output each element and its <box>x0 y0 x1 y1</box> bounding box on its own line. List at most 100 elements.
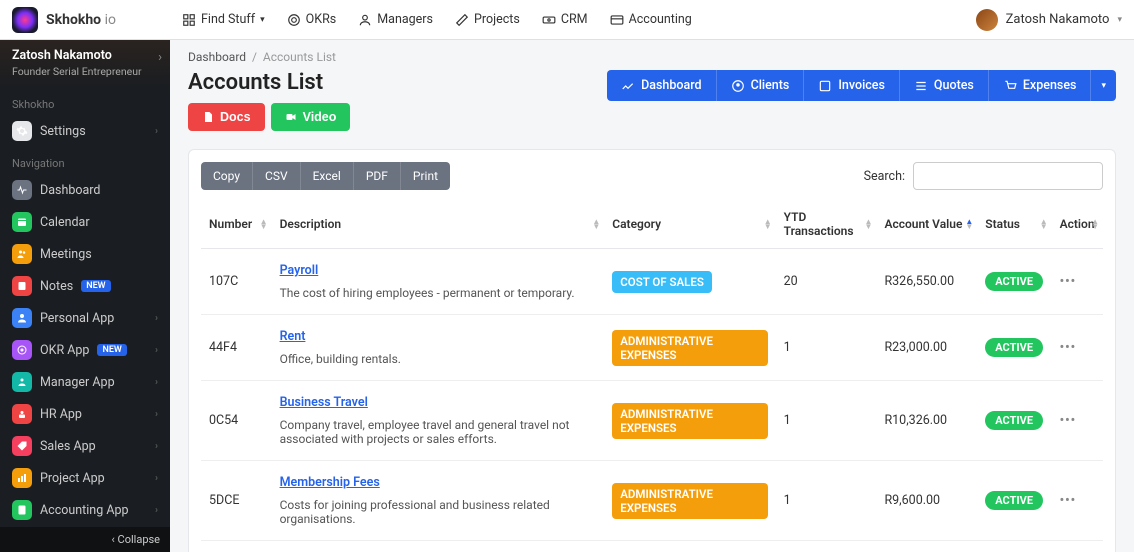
account-link[interactable]: Membership Fees <box>280 475 380 490</box>
sidebar-item-hr[interactable]: HR App › <box>0 398 170 430</box>
account-link[interactable]: Payroll <box>280 263 319 278</box>
action-menu[interactable]: ••• <box>1060 413 1076 428</box>
page-title: Accounts List <box>188 70 350 95</box>
cell-category: COST OF SALES <box>604 249 775 315</box>
sidebar-user-subtitle: Founder Serial Entrepreneur <box>12 65 158 78</box>
status-badge: ACTIVE <box>985 272 1043 291</box>
nav-crm[interactable]: CRM <box>542 12 588 27</box>
action-menu[interactable]: ••• <box>1060 274 1076 289</box>
list-icon <box>914 79 928 93</box>
sidebar-item-label: Personal App <box>40 311 114 326</box>
cell-number: 0C54 <box>201 381 272 461</box>
sidebar-item-accounting[interactable]: Accounting App › <box>0 494 170 526</box>
sidebar-item-label: Sales App <box>40 439 96 454</box>
status-badge: ACTIVE <box>985 491 1043 510</box>
cell-action: ••• <box>1052 315 1103 381</box>
cell-description: Membership FeesCosts for joining profess… <box>272 461 605 541</box>
breadcrumb-root[interactable]: Dashboard <box>188 50 246 64</box>
col-category[interactable]: Category▲▼ <box>604 200 775 249</box>
search-label: Search: <box>864 169 905 184</box>
category-badge: ADMINISTRATIVE EXPENSES <box>612 483 767 519</box>
chevron-down-icon: ▾ <box>1101 81 1106 91</box>
section-tabs: Dashboard Clients Invoices Quotes Expens… <box>607 70 1116 101</box>
table-row: 44F4RentOffice, building rentals.ADMINIS… <box>201 315 1103 381</box>
person-icon <box>12 308 32 328</box>
nav-okrs[interactable]: OKRs <box>287 12 337 27</box>
note-icon <box>12 276 32 296</box>
sidebar-collapse[interactable]: ‹ Collapse <box>0 527 170 552</box>
search-input[interactable] <box>913 162 1103 190</box>
cell-category: ADMINISTRATIVE EXPENSES <box>604 461 775 541</box>
export-print[interactable]: Print <box>401 162 450 190</box>
user-menu[interactable]: Zatosh Nakamoto ▾ <box>976 9 1122 31</box>
export-copy[interactable]: Copy <box>201 162 253 190</box>
cell-category: ADMINISTRATIVE EXPENSES <box>604 315 775 381</box>
tab-expenses[interactable]: Expenses <box>989 70 1092 101</box>
sidebar-user-block[interactable]: Zatosh Nakamoto Founder Serial Entrepren… <box>0 40 170 88</box>
cell-status <box>977 541 1051 552</box>
tab-quotes[interactable]: Quotes <box>900 70 989 101</box>
money-icon <box>542 13 556 27</box>
cell-action <box>1052 541 1103 552</box>
nav-managers[interactable]: Managers <box>358 12 433 27</box>
tag-icon <box>12 436 32 456</box>
cell-value: R9,600.00 <box>876 461 977 541</box>
tab-more[interactable]: ▾ <box>1091 70 1116 101</box>
chevron-down-icon: ▾ <box>1117 15 1122 25</box>
action-menu[interactable]: ••• <box>1060 493 1076 508</box>
action-menu[interactable]: ••• <box>1060 340 1076 355</box>
table-row: 0C54 Business Travel Company travel, emplo… <box>201 381 1103 461</box>
account-subtitle: Company travel, employee travel and gene… <box>280 418 597 446</box>
cell-category: ADMINISTRATIVE EXPENSES <box>604 381 775 461</box>
chart-line-icon <box>621 79 635 93</box>
account-link[interactable]: Rent <box>280 329 306 344</box>
tab-dashboard[interactable]: Dashboard <box>607 70 716 101</box>
docs-button[interactable]: Docs <box>188 103 265 131</box>
sidebar-item-settings[interactable]: Settings › <box>0 115 170 147</box>
tab-invoices[interactable]: Invoices <box>804 70 900 101</box>
sidebar-item-okr[interactable]: OKR App NEW › <box>0 334 170 366</box>
sidebar-item-personal[interactable]: Personal App › <box>0 302 170 334</box>
brand[interactable]: Skhokho io <box>12 7 170 33</box>
cell-status: ACTIVE <box>977 249 1051 315</box>
grid-icon <box>182 13 196 27</box>
video-button[interactable]: Video <box>271 103 351 131</box>
col-ytd[interactable]: YTD Transactions▲▼ <box>776 200 877 249</box>
sidebar-item-label: Notes <box>40 279 73 294</box>
table-row: 5DCEMembership FeesCosts for joining pro… <box>201 461 1103 541</box>
brand-name: Skhokho io <box>46 12 116 28</box>
main-content: Dashboard / Accounts List Accounts List … <box>170 40 1134 552</box>
nav-find-stuff[interactable]: Find Stuff ▾ <box>182 12 265 27</box>
col-number[interactable]: Number▲▼ <box>201 200 272 249</box>
calendar-icon <box>12 212 32 232</box>
pulse-icon <box>12 180 32 200</box>
export-csv[interactable]: CSV <box>253 162 301 190</box>
nav-accounting[interactable]: Accounting <box>610 12 692 27</box>
sidebar-item-meetings[interactable]: Meetings <box>0 238 170 270</box>
cell-status: ACTIVE <box>977 461 1051 541</box>
sidebar-item-project[interactable]: Project App › <box>0 462 170 494</box>
sidebar-item-notes[interactable]: Notes NEW <box>0 270 170 302</box>
nav-projects[interactable]: Projects <box>455 12 520 27</box>
sidebar-item-dashboard[interactable]: Dashboard <box>0 174 170 206</box>
export-pdf[interactable]: PDF <box>354 162 401 190</box>
cell-value <box>876 541 977 552</box>
account-link[interactable]: Business Travel <box>280 395 368 410</box>
users-icon <box>12 244 32 264</box>
export-excel[interactable]: Excel <box>301 162 354 190</box>
cell-value: R23,000.00 <box>876 315 977 381</box>
cell-ytd <box>776 541 877 552</box>
tab-clients[interactable]: Clients <box>717 70 805 101</box>
cell-value: R326,550.00 <box>876 249 977 315</box>
col-status[interactable]: Status▲▼ <box>977 200 1051 249</box>
sidebar: Zatosh Nakamoto Founder Serial Entrepren… <box>0 40 170 552</box>
sidebar-item-label: Dashboard <box>40 183 100 198</box>
sidebar-item-label: Manager App <box>40 375 115 390</box>
sidebar-item-calendar[interactable]: Calendar <box>0 206 170 238</box>
sidebar-item-sales[interactable]: Sales App › <box>0 430 170 462</box>
col-value[interactable]: Account Value▲▼ <box>876 200 977 249</box>
accounts-table: Number▲▼ Description▲▼ Category▲▼ YTD Tr… <box>201 200 1103 552</box>
col-description[interactable]: Description▲▼ <box>272 200 605 249</box>
sidebar-item-manager[interactable]: Manager App › <box>0 366 170 398</box>
col-action[interactable]: Action▲▼ <box>1052 200 1103 249</box>
